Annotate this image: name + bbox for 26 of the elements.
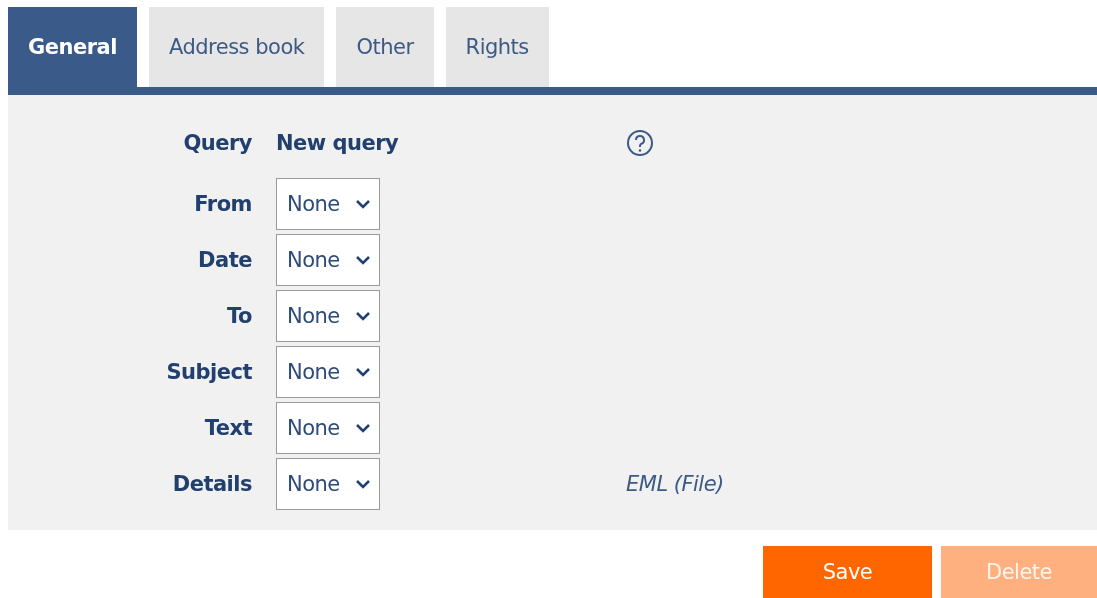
tab[interactable]: Address book [148, 7, 325, 87]
dropdown[interactable]: None [276, 290, 380, 342]
tab[interactable]: Rights [445, 7, 549, 87]
format-note: EML (File) [626, 472, 725, 496]
query-name: New query [276, 130, 400, 157]
field-label: From [194, 192, 252, 216]
dropdown[interactable]: None [276, 458, 380, 510]
chevron-icon [355, 254, 371, 266]
field-label: To [227, 304, 252, 328]
field-label: Date [198, 248, 252, 272]
tab[interactable]: General [8, 7, 137, 87]
chevron-icon [355, 198, 371, 210]
tab[interactable]: Other [336, 7, 434, 87]
chevron-icon [355, 310, 371, 322]
field-label: Query [183, 130, 252, 157]
help-icon[interactable] [626, 129, 654, 157]
dropdown[interactable]: None [276, 234, 380, 286]
chevron-icon [355, 422, 371, 434]
dropdown[interactable]: None [276, 346, 380, 398]
field-label: Details [172, 472, 252, 496]
dropdown[interactable]: None [276, 178, 380, 230]
field-label: Text [204, 416, 252, 440]
chevron-icon [355, 366, 371, 378]
field-label: Subject [166, 360, 252, 384]
chevron-icon [355, 478, 371, 490]
dropdown[interactable]: None [276, 402, 380, 454]
